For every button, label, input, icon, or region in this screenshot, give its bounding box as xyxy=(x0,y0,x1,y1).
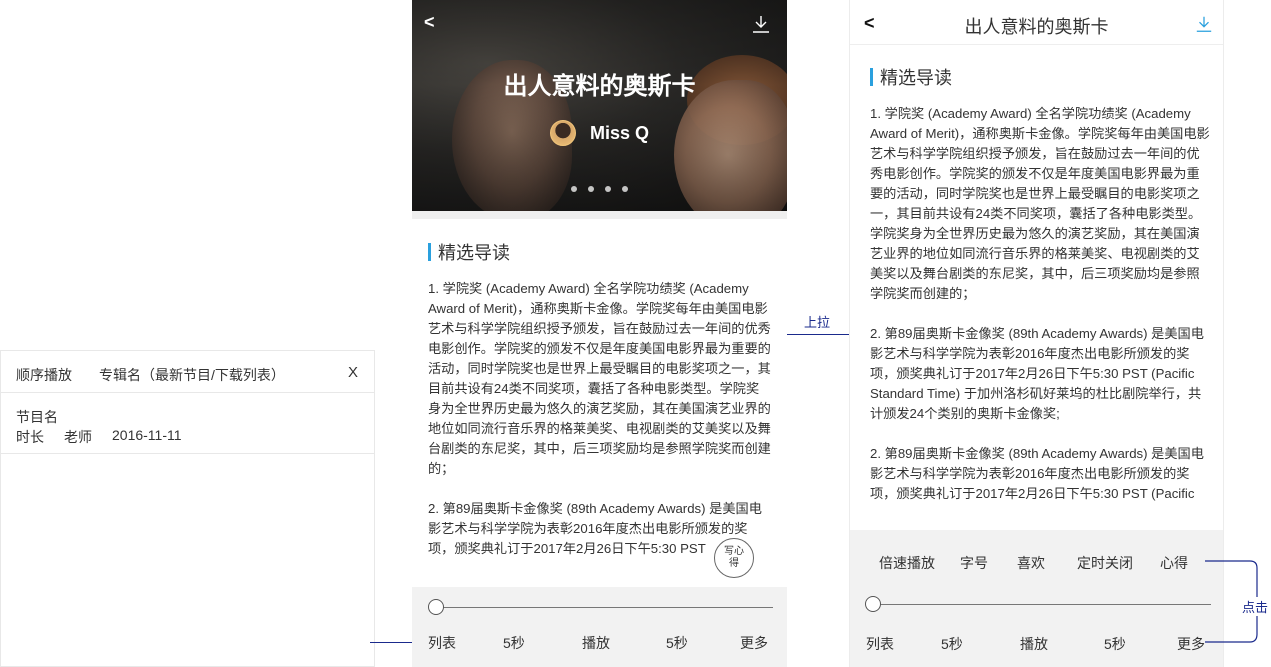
progress-track[interactable] xyxy=(436,607,773,608)
annotation-pull-up: 上拉 xyxy=(804,315,831,330)
play-mode-button[interactable]: 顺序播放 xyxy=(16,365,72,385)
timer-button[interactable]: 定时关闭 xyxy=(1077,553,1133,573)
annotation-click: 点击 xyxy=(1242,597,1269,616)
notes-button[interactable]: 心得 xyxy=(1160,553,1188,573)
forward-button[interactable]: 5秒 xyxy=(1104,634,1126,654)
hero-title: 出人意料的奥斯卡 xyxy=(503,73,696,100)
rewind-button[interactable]: 5秒 xyxy=(941,634,963,654)
program-name: 节目名 xyxy=(16,409,58,425)
carousel-dots xyxy=(412,186,787,192)
playlist-header: 顺序播放 专辑名（最新节目/下载列表） X xyxy=(1,351,374,393)
close-playlist-button[interactable]: X xyxy=(348,364,358,381)
play-button[interactable]: 播放 xyxy=(1020,634,1048,654)
article-body: 1. 学院奖 (Academy Award) 全名学院功绩奖 (Academy … xyxy=(428,279,771,579)
play-button[interactable]: 播放 xyxy=(582,633,610,653)
font-size-button[interactable]: 字号 xyxy=(960,553,988,573)
program-date: 2016-11-11 xyxy=(112,427,182,443)
top-bar: < 出人意料的奥斯卡 xyxy=(850,0,1223,45)
detail-screen: < 出人意料的奥斯卡 Miss Q 精选导读 1. 学院奖 (Academy A… xyxy=(412,0,787,667)
playlist-panel: 顺序播放 专辑名（最新节目/下载列表） X 节目名 时长 老师 2016-11-… xyxy=(0,350,375,667)
rewind-button[interactable]: 5秒 xyxy=(503,633,525,653)
article-paragraph: 1. 学院奖 (Academy Award) 全名学院功绩奖 (Academy … xyxy=(870,106,1210,301)
forward-button[interactable]: 5秒 xyxy=(666,633,688,653)
hero-banner[interactable]: < 出人意料的奥斯卡 Miss Q xyxy=(412,0,787,211)
author-name: Miss Q xyxy=(589,122,650,143)
more-button[interactable]: 更多 xyxy=(740,633,768,653)
article-paragraph: 2. 第89届奥斯卡金像奖 (89th Academy Awards) 是美国电… xyxy=(870,446,1204,501)
back-button[interactable]: < xyxy=(424,12,435,33)
hero-author: Miss Q xyxy=(412,120,787,146)
program-meta: 时长 老师 2016-11-11 xyxy=(16,427,202,447)
program-teacher: 老师 xyxy=(64,429,92,445)
list-button[interactable]: 列表 xyxy=(428,633,456,653)
article-paragraph: 2. 第89届奥斯卡金像奖 (89th Academy Awards) 是美国电… xyxy=(870,326,1204,421)
list-button[interactable]: 列表 xyxy=(866,634,894,654)
speed-button[interactable]: 倍速播放 xyxy=(879,553,935,573)
article-paragraph: 1. 学院奖 (Academy Award) 全名学院功绩奖 (Academy … xyxy=(428,281,771,476)
section-title: 精选导读 xyxy=(880,68,952,88)
write-note-button[interactable]: 写心得 xyxy=(714,538,754,578)
carousel-dot[interactable] xyxy=(571,186,577,192)
carousel-dot[interactable] xyxy=(588,186,594,192)
player-bar-expanded: 倍速播放 字号 喜欢 定时关闭 心得 列表 5秒 播放 5秒 更多 xyxy=(850,530,1223,667)
more-button[interactable]: 更多 xyxy=(1177,634,1205,654)
section-header: 精选导读 xyxy=(870,64,952,90)
article-body: 1. 学院奖 (Academy Award) 全名学院功绩奖 (Academy … xyxy=(870,104,1212,524)
player-bar: 列表 5秒 播放 5秒 更多 xyxy=(412,587,787,667)
annotation-line-pull-up xyxy=(787,334,849,335)
section-header: 精选导读 xyxy=(428,239,510,265)
progress-thumb[interactable] xyxy=(428,599,444,615)
section-title: 精选导读 xyxy=(438,243,510,263)
download-icon[interactable] xyxy=(751,14,771,34)
carousel-dot[interactable] xyxy=(605,186,611,192)
progress-thumb[interactable] xyxy=(865,596,881,612)
like-button[interactable]: 喜欢 xyxy=(1017,553,1045,573)
download-icon[interactable] xyxy=(1195,15,1213,33)
album-name-label: 专辑名（最新节目/下载列表） xyxy=(99,367,285,383)
progress-track[interactable] xyxy=(874,604,1211,605)
avatar xyxy=(549,120,576,146)
page-title: 出人意料的奥斯卡 xyxy=(964,17,1109,37)
carousel-dot[interactable] xyxy=(622,186,628,192)
expanded-screen: < 出人意料的奥斯卡 精选导读 1. 学院奖 (Academy Award) 全… xyxy=(849,0,1224,667)
playlist-item[interactable]: 节目名 时长 老师 2016-11-11 xyxy=(1,393,374,454)
program-duration: 时长 xyxy=(16,429,44,445)
